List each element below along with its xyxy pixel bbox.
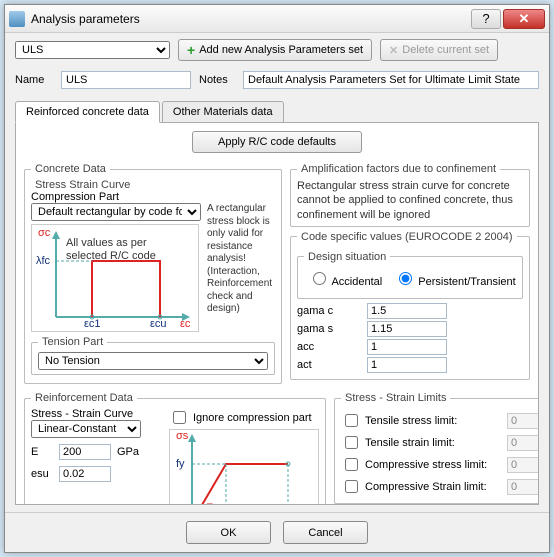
tab-reinforced-concrete[interactable]: Reinforced concrete data (15, 101, 160, 123)
comp-strain-input[interactable] (507, 479, 539, 495)
comp-strain-checkbox[interactable] (345, 480, 358, 493)
gama-s-label: gama s (297, 323, 367, 335)
apply-defaults-button[interactable]: Apply R/C code defaults (192, 131, 362, 153)
amp-text: Rectangular stress strain curve for conc… (297, 179, 523, 222)
sigma-s-label: σs (176, 430, 188, 442)
design-situation-group: Design situation Accidental Persistent/T… (297, 251, 523, 299)
comp-stress-checkbox[interactable] (345, 458, 358, 471)
tension-select[interactable]: No Tension (38, 352, 268, 370)
gama-c-label: gama c (297, 305, 367, 317)
lambda-fc-label: λfc (36, 255, 50, 267)
amp-legend: Amplification factors due to confinement (297, 163, 500, 175)
reinforce-curve-label: Stress - Strain Curve (31, 408, 161, 420)
delete-set-button[interactable]: ✕ Delete current set (380, 39, 498, 61)
add-set-button[interactable]: + Add new Analysis Parameters set (178, 39, 372, 61)
comp-strain-label: Compressive Strain limit: (365, 481, 503, 493)
limits-legend: Stress - Strain Limits (341, 392, 450, 404)
tensile-strain-label: Tensile strain limit: (365, 437, 503, 449)
ignore-compression-checkbox[interactable] (173, 411, 186, 424)
app-icon (9, 11, 25, 27)
stress-strain-group: Stress Strain Curve Compression Part Def… (31, 179, 275, 332)
window-title: Analysis parameters (31, 12, 469, 26)
dialog-footer: OK Cancel (5, 512, 549, 552)
tab-strip: Reinforced concrete data Other Materials… (5, 101, 549, 123)
plus-icon: + (187, 42, 195, 58)
E-label: E (31, 446, 53, 458)
concrete-curve-diagram: σc λfc εc1 εcu εc All values as per sele… (31, 224, 199, 332)
eps-c1-label: εc1 (84, 318, 101, 330)
act-input[interactable] (367, 357, 447, 373)
add-set-label: Add new Analysis Parameters set (199, 44, 363, 56)
notes-label: Notes (199, 74, 235, 86)
fy-label: fy (176, 458, 185, 470)
persistent-radio[interactable]: Persistent/Transient (394, 269, 515, 288)
comp-stress-label: Compressive stress limit: (365, 459, 503, 471)
tensile-stress-label: Tensile stress limit: (365, 415, 503, 427)
gama-s-input[interactable] (367, 321, 447, 337)
stress-strain-legend: Stress Strain Curve (31, 179, 134, 191)
compression-select[interactable]: Default rectangular by code for ULS (31, 203, 201, 221)
help-button[interactable]: ? (471, 9, 501, 29)
tab-body: Apply R/C code defaults Concrete Data St… (15, 122, 539, 505)
tensile-strain-checkbox[interactable] (345, 436, 358, 449)
eps-cu-label: εcu (150, 318, 167, 330)
stress-strain-limits-group: Stress - Strain Limits Tensile stress li… (334, 392, 539, 504)
acc-input[interactable] (367, 339, 447, 355)
tensile-strain-input[interactable] (507, 435, 539, 451)
esu-input[interactable] (59, 466, 111, 482)
gama-c-input[interactable] (367, 303, 447, 319)
set-selector[interactable]: ULS (15, 41, 170, 59)
titlebar: Analysis parameters ? ✕ (5, 5, 549, 33)
compression-label: Compression Part (31, 191, 275, 203)
close-button[interactable]: ✕ (503, 9, 545, 29)
esu-label: esu (31, 468, 53, 480)
tensile-stress-checkbox[interactable] (345, 414, 358, 427)
comp-stress-input[interactable] (507, 457, 539, 473)
toolbar: ULS + Add new Analysis Parameters set ✕ … (5, 33, 549, 67)
delete-set-label: Delete current set (402, 44, 489, 56)
acc-label: acc (297, 341, 367, 353)
dialog-window: Analysis parameters ? ✕ ULS + Add new An… (4, 4, 550, 553)
name-notes-row: Name Notes (5, 67, 549, 97)
name-label: Name (15, 74, 53, 86)
eps-c-label: εc (180, 318, 190, 330)
E-input[interactable] (59, 444, 111, 460)
accidental-radio[interactable]: Accidental (308, 269, 382, 288)
reinforce-legend: Reinforcement Data (31, 392, 137, 404)
sigma-c-label: σc (38, 227, 50, 239)
act-label: act (297, 359, 367, 371)
amplification-group: Amplification factors due to confinement… (290, 163, 530, 227)
code-legend: Code specific values (EUROCODE 2 2004) (297, 231, 517, 243)
code-values-group: Code specific values (EUROCODE 2 2004) D… (290, 231, 530, 380)
tensile-stress-input[interactable] (507, 413, 539, 429)
delete-icon: ✕ (389, 44, 398, 57)
reinforce-curve-select[interactable]: Linear-Constant (31, 420, 141, 438)
tension-part-group: Tension Part No Tension (31, 336, 275, 375)
concrete-legend: Concrete Data (31, 163, 110, 175)
reinforcement-group: Reinforcement Data Stress - Strain Curve… (24, 392, 326, 505)
curve-caption: All values as per selected R/C code (66, 237, 176, 263)
E-unit: GPa (117, 446, 139, 458)
name-input[interactable] (61, 71, 191, 89)
concrete-data-group: Concrete Data Stress Strain Curve Compre… (24, 163, 282, 384)
notes-input[interactable] (243, 71, 539, 89)
ok-button[interactable]: OK (186, 521, 271, 544)
ignore-compression-label: Ignore compression part (193, 412, 312, 424)
steel-curve-diagram: σs fy Es εsu εs (169, 429, 319, 505)
tension-legend: Tension Part (38, 336, 107, 348)
Es-label: Es (206, 502, 219, 505)
tab-other-materials[interactable]: Other Materials data (162, 101, 284, 123)
cancel-button[interactable]: Cancel (283, 521, 368, 544)
design-legend: Design situation (304, 251, 390, 263)
compression-description: A rectangular stress block is only valid… (207, 203, 275, 316)
